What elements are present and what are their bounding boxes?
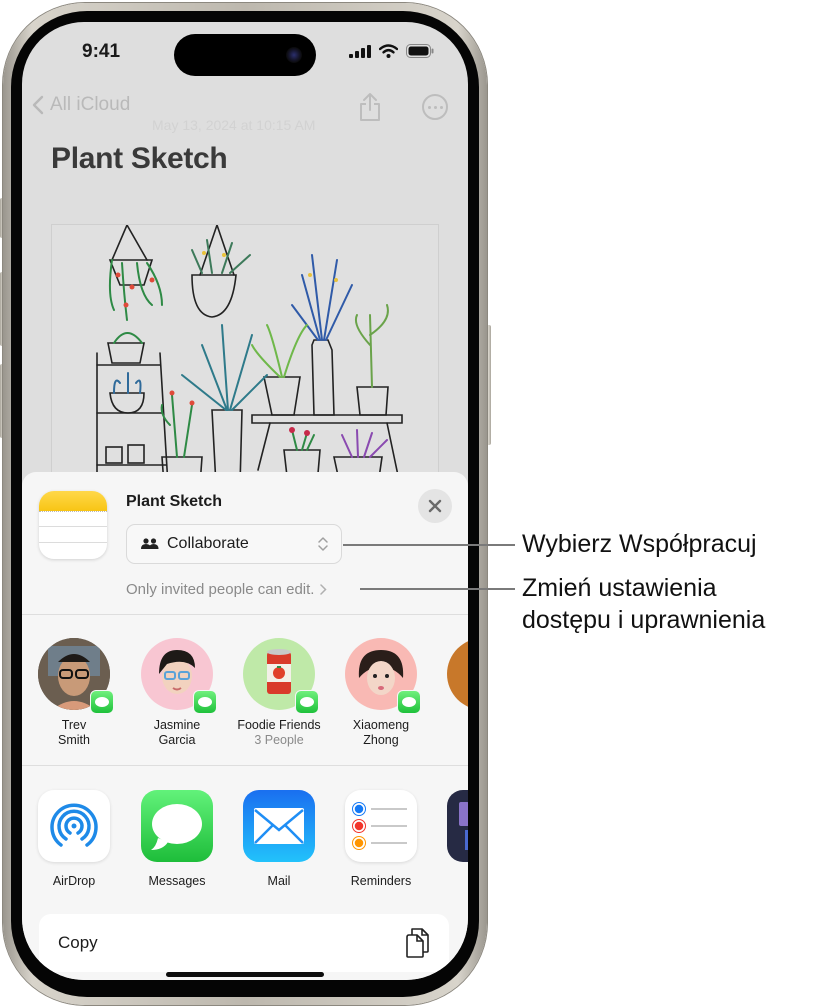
close-icon bbox=[428, 499, 442, 513]
access-settings-link[interactable]: Only invited people can edit. bbox=[126, 581, 328, 598]
copy-label: Copy bbox=[58, 933, 98, 952]
app-label: Reminders bbox=[350, 874, 412, 888]
app-partial[interactable]: J bbox=[433, 790, 468, 888]
person-name: Zhong bbox=[363, 733, 399, 747]
chevron-left-icon bbox=[32, 95, 44, 115]
share-icon[interactable] bbox=[358, 92, 382, 122]
person-name: Jasmine bbox=[153, 718, 201, 732]
front-camera bbox=[286, 47, 302, 63]
person-name: Garcia bbox=[158, 733, 196, 747]
people-icon bbox=[141, 538, 159, 549]
battery-icon bbox=[406, 44, 434, 58]
divider bbox=[22, 765, 468, 766]
app-messages[interactable]: Messages bbox=[127, 790, 227, 888]
person-jasmine-garcia[interactable]: Jasmine Garcia bbox=[127, 638, 227, 748]
phone-screen: 9:41 All iCloud May 13, 2024 at 10:15 AM bbox=[22, 22, 468, 980]
reminders-icon bbox=[345, 790, 417, 862]
avatar bbox=[447, 638, 468, 710]
person-name: Xiaomeng bbox=[352, 718, 410, 732]
access-text: Only invited people can edit. bbox=[126, 581, 315, 598]
messages-badge bbox=[193, 690, 217, 714]
note-date: May 13, 2024 at 10:15 AM bbox=[152, 117, 316, 133]
app-label: Mail bbox=[267, 874, 291, 888]
chevron-right-icon bbox=[320, 584, 328, 595]
person-trev-smith[interactable]: Trev Smith bbox=[24, 638, 124, 748]
app-reminders[interactable]: Reminders bbox=[331, 790, 431, 888]
group-name: Foodie Friends bbox=[237, 718, 321, 732]
group-foodie-friends[interactable]: Foodie Friends 3 People bbox=[229, 638, 329, 748]
ellipsis-circle-icon[interactable] bbox=[422, 94, 448, 120]
collaborate-selector[interactable]: Collaborate bbox=[126, 524, 342, 564]
close-button[interactable] bbox=[418, 489, 452, 523]
airdrop-icon bbox=[38, 790, 110, 862]
person-xiaomeng-zhong[interactable]: Xiaomeng Zhong bbox=[331, 638, 431, 748]
cellular-signal-icon bbox=[349, 44, 371, 58]
copy-icon bbox=[406, 928, 429, 958]
collaborate-label: Collaborate bbox=[167, 535, 249, 552]
mail-icon bbox=[243, 790, 315, 862]
messages-badge bbox=[397, 690, 421, 714]
callout-collaborate: Wybierz Współpracuj bbox=[522, 530, 757, 558]
share-sheet-title: Plant Sketch bbox=[126, 493, 223, 510]
person-name: Smith bbox=[58, 733, 90, 747]
status-icons bbox=[349, 44, 434, 58]
app-mail[interactable]: Mail bbox=[229, 790, 329, 888]
nav-bar: All iCloud May 13, 2024 at 10:15 AM bbox=[22, 92, 468, 133]
person-partial[interactable]: C bbox=[433, 638, 468, 733]
person-name: C bbox=[433, 718, 468, 733]
wifi-icon bbox=[379, 44, 398, 58]
callout-line bbox=[360, 588, 515, 590]
note-title: Plant Sketch bbox=[51, 142, 228, 175]
callout-line-2: dostępu i uprawnienia bbox=[522, 606, 766, 634]
callout-line bbox=[343, 544, 515, 546]
back-label: All iCloud bbox=[50, 94, 131, 115]
group-member-count: 3 People bbox=[254, 733, 304, 747]
messages-icon bbox=[141, 790, 213, 862]
notes-app-icon bbox=[39, 491, 107, 559]
app-label: AirDrop bbox=[52, 874, 96, 888]
home-indicator[interactable] bbox=[166, 972, 324, 977]
back-button[interactable]: All iCloud bbox=[32, 94, 130, 116]
chevron-up-down-icon bbox=[318, 537, 328, 551]
messages-badge bbox=[295, 690, 319, 714]
divider bbox=[22, 614, 468, 615]
messages-badge bbox=[90, 690, 114, 714]
status-time: 9:41 bbox=[82, 41, 121, 62]
person-name: Trev bbox=[61, 718, 87, 732]
app-label: J bbox=[433, 874, 468, 888]
app-airdrop[interactable]: AirDrop bbox=[24, 790, 124, 888]
app-label: Messages bbox=[148, 874, 206, 888]
plant-sketch-drawing bbox=[51, 224, 439, 484]
dynamic-island bbox=[174, 34, 316, 76]
partial-app-icon bbox=[447, 790, 468, 862]
callout-line-1: Zmień ustawienia bbox=[522, 574, 717, 602]
copy-action[interactable]: Copy bbox=[39, 914, 449, 972]
callout-access-settings: Zmień ustawienia dostępu i uprawnienia bbox=[522, 572, 765, 636]
share-sheet: Plant Sketch Collaborate Only invited pe… bbox=[22, 472, 468, 980]
